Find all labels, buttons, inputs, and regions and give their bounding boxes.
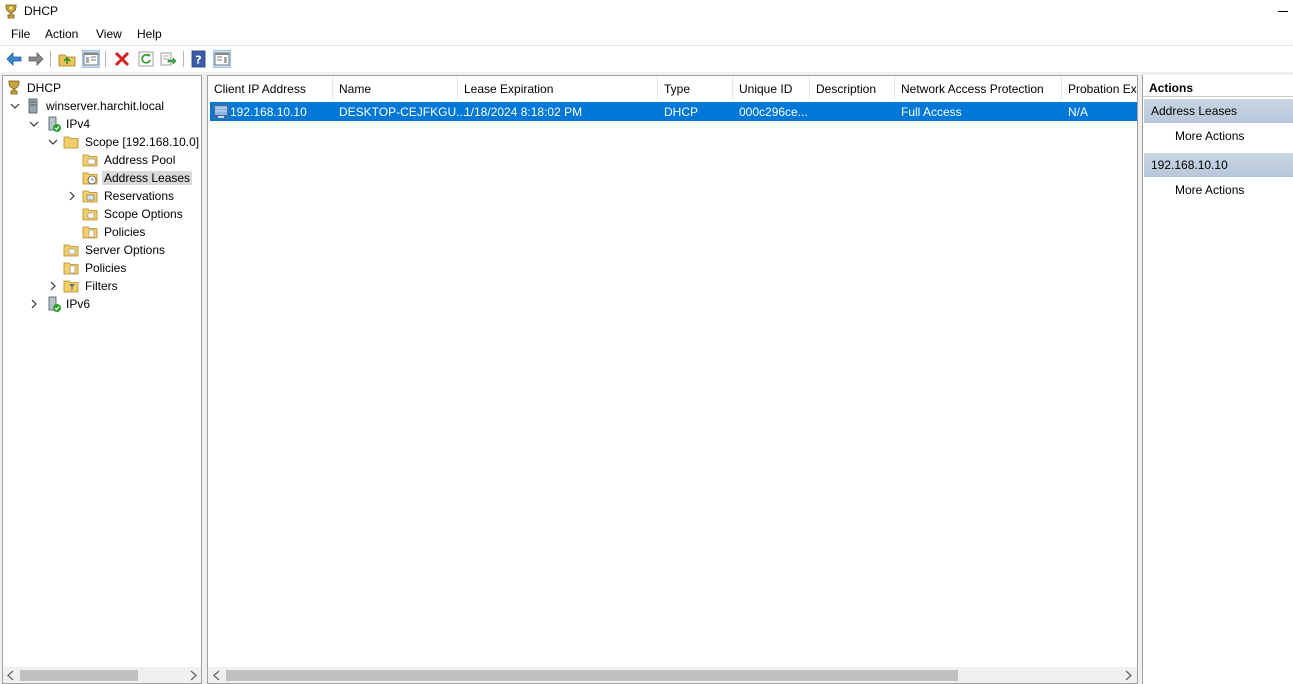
column-lease-expiration[interactable]: Lease Expiration <box>458 76 658 100</box>
chevron-down-icon[interactable] <box>29 118 39 128</box>
chevron-down-icon[interactable] <box>48 136 58 146</box>
column-network-access-protection[interactable]: Network Access Protection <box>895 76 1062 100</box>
chevron-right-icon[interactable] <box>67 190 77 201</box>
address-leases-icon <box>82 170 98 186</box>
actions-pane: Actions Address Leases More Actions 192.… <box>1142 75 1293 684</box>
cell-lease-expiration: 1/18/2024 8:18:02 PM <box>464 105 583 119</box>
server-icon <box>25 98 41 114</box>
cell-name: DESKTOP-CEJFKGU.... <box>339 105 470 119</box>
dhcp-app-icon <box>4 4 18 19</box>
filters-icon <box>63 278 79 294</box>
scope-options-icon <box>82 206 98 222</box>
ipv6-icon <box>46 296 62 312</box>
cell-probation: N/A <box>1068 105 1089 119</box>
toolbar: ? <box>0 45 1293 71</box>
list-scroll-thumb[interactable] <box>226 670 958 681</box>
forward-arrow-icon[interactable] <box>27 50 45 68</box>
cell-type: DHCP <box>664 105 699 119</box>
column-type[interactable]: Type <box>658 76 733 100</box>
table-row[interactable]: 192.168.10.10 DESKTOP-CEJFKGU.... 1/18/2… <box>210 102 1137 121</box>
folder-icon <box>63 134 79 150</box>
lease-icon <box>213 104 229 119</box>
list-horizontal-scrollbar[interactable] <box>208 667 1137 683</box>
chevron-down-icon[interactable] <box>10 100 20 110</box>
up-folder-icon[interactable] <box>58 50 76 68</box>
cell-nap: Full Access <box>901 105 962 119</box>
scroll-left-icon[interactable] <box>212 670 222 681</box>
tree-scroll-thumb[interactable] <box>20 670 138 681</box>
menu-file[interactable]: File <box>11 27 30 41</box>
column-name[interactable]: Name <box>333 76 458 100</box>
column-probation[interactable]: Probation Ex <box>1062 76 1137 100</box>
cell-client-ip: 192.168.10.10 <box>230 105 307 119</box>
back-arrow-icon[interactable] <box>5 50 23 68</box>
chevron-right-icon[interactable] <box>48 280 58 291</box>
export-list-icon[interactable] <box>159 50 177 68</box>
policies-icon <box>82 224 98 240</box>
leases-list[interactable]: Client IP Address Name Lease Expiration … <box>207 75 1138 684</box>
menu-view[interactable]: View <box>96 27 122 41</box>
window-title: DHCP <box>24 4 59 18</box>
actions-section-selected-lease[interactable]: 192.168.10.10 <box>1144 153 1293 177</box>
tree-horizontal-scrollbar[interactable] <box>3 667 201 683</box>
reservations-icon <box>82 188 98 204</box>
scroll-right-icon[interactable] <box>188 670 198 681</box>
refresh-icon[interactable] <box>137 50 155 68</box>
scroll-right-icon[interactable] <box>1123 670 1133 681</box>
delete-icon[interactable] <box>113 50 131 68</box>
cell-unique-id: 000c296ce... <box>739 105 808 119</box>
help-icon[interactable]: ? <box>190 50 208 68</box>
more-actions-selected-lease[interactable]: More Actions <box>1175 183 1244 197</box>
more-actions-address-leases[interactable]: More Actions <box>1175 129 1244 143</box>
column-client-ip[interactable]: Client IP Address <box>208 76 333 100</box>
ipv4-icon <box>46 116 62 132</box>
menu-help[interactable]: Help <box>137 27 162 41</box>
menu-action[interactable]: Action <box>45 27 78 41</box>
svg-text:?: ? <box>195 54 201 67</box>
console-tree[interactable]: DHCP winserver.harchit.local IPv4 Scope … <box>2 75 202 684</box>
menu-bar: File Action View Help <box>0 24 1293 44</box>
action-pane-icon[interactable] <box>213 50 231 68</box>
title-bar: DHCP <box>0 0 1293 24</box>
column-unique-id[interactable]: Unique ID <box>733 76 810 100</box>
dhcp-icon <box>6 80 22 96</box>
scroll-left-icon[interactable] <box>6 670 16 681</box>
actions-section-address-leases[interactable]: Address Leases <box>1144 99 1293 123</box>
policies-icon <box>63 260 79 276</box>
minimize-button[interactable] <box>1276 0 1290 20</box>
list-header: Client IP Address Name Lease Expiration … <box>208 76 1137 100</box>
console-tree-icon[interactable] <box>82 50 100 68</box>
actions-title: Actions <box>1143 78 1293 97</box>
chevron-right-icon[interactable] <box>29 298 39 309</box>
server-options-icon <box>63 242 79 258</box>
main-area: DHCP winserver.harchit.local IPv4 Scope … <box>0 72 1293 684</box>
address-pool-icon <box>82 152 98 168</box>
column-description[interactable]: Description <box>810 76 895 100</box>
